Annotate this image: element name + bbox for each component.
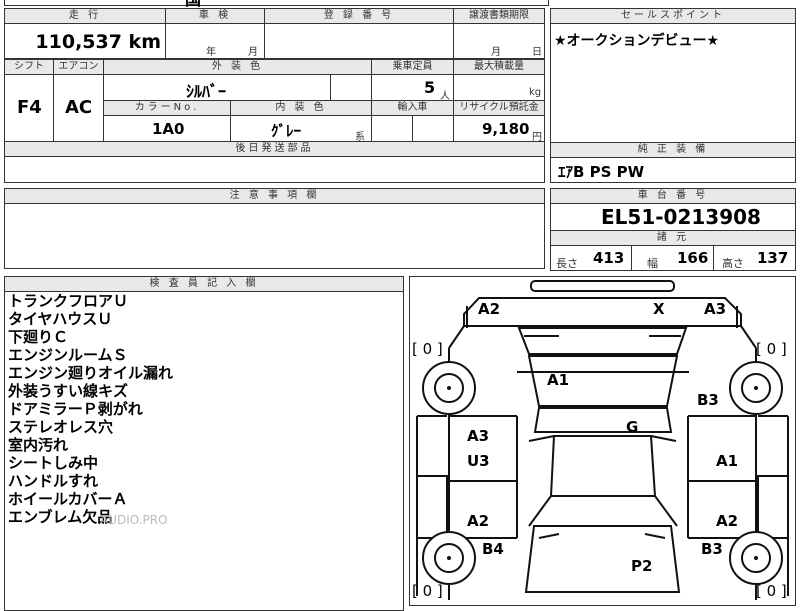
color-no-header: カラーNo. (103, 100, 231, 116)
import-cell-left (371, 115, 413, 142)
shift-cell: F4 (4, 74, 54, 142)
chassis-header: 車 台 番 号 (550, 188, 796, 204)
genuine-equipment-cell: ｴｱB PS PW (550, 157, 796, 183)
specs-width-value: 166 (677, 249, 709, 267)
damage-label-left-front-fender: B4 (482, 540, 504, 558)
watermark: AUDIO.PRO (100, 513, 168, 527)
damage-label-right-rear-fender: B3 (697, 391, 719, 409)
inspector-line: ステレオレス穴 (8, 418, 114, 436)
specs-width-label: 幅 (647, 257, 658, 270)
exterior-color-cell: ｼﾙﾊﾞｰ (103, 74, 331, 101)
shift-header: シフト (4, 59, 54, 75)
inspector-line: シートしみ中 (8, 454, 99, 472)
max-load-cell: kg (453, 74, 545, 101)
inspector-line: エンジンルームＳ (8, 346, 128, 364)
damage-label-right-front-door: A2 (716, 512, 739, 530)
damage-label-hood: P2 (631, 557, 653, 575)
mileage-cell: 110,537 km (4, 23, 166, 59)
damage-label-roof: A1 (547, 371, 570, 389)
damage-label-rear-left: A2 (478, 300, 501, 318)
inspection-year-unit: 年 (206, 47, 216, 58)
import-cell-right (412, 115, 454, 142)
inspector-line: 下廻りＣ (8, 328, 69, 346)
exterior-color-header: 外 装 色 (103, 59, 372, 75)
specs-header: 諸 元 (550, 230, 796, 246)
inspector-line: トランクフロアＵ (8, 292, 129, 310)
inspector-notes-list: トランクフロアＵ タイヤハウスＵ 下廻りＣ エンジンルームＳ エンジン廻りオイル… (8, 292, 173, 526)
damage-label-rear-right: A3 (704, 300, 727, 318)
transfer-header: 譲渡書類期限 (453, 8, 545, 24)
exterior-color-extra-cell (330, 74, 372, 101)
capacity-header: 乗車定員 (371, 59, 454, 75)
transfer-day-unit: 日 (532, 47, 542, 58)
sales-point-header: セールスポイント (550, 8, 796, 24)
capacity-value: 5 (424, 78, 436, 97)
interior-header: 内 装 色 (230, 100, 372, 116)
tire-tl-label: [ 0 ] (412, 340, 443, 358)
tire-tr-label: [ 0 ] (756, 340, 787, 358)
later-parts-header: 後日発送部品 (4, 141, 545, 157)
specs-height-value: 137 (757, 249, 789, 267)
inspection-header: 車 検 (165, 8, 265, 24)
later-parts-cell (4, 156, 545, 183)
inspection-month-unit: 月 (248, 47, 258, 58)
inspector-line: 室内汚れ (8, 436, 69, 454)
color-no-cell: 1A0 (103, 115, 231, 142)
interior-cell: ｸﾞﾚｰ 系 (230, 115, 372, 143)
damage-label-left-rear-door-top: A3 (467, 427, 490, 445)
notes-cell (4, 203, 545, 269)
inspector-line: ドアミラーＰ剥がれ (8, 400, 143, 418)
mileage-header: 走 行 (4, 8, 166, 24)
inspector-line: エンジン廻りオイル漏れ (8, 364, 174, 382)
registration-header: 登 録 番 号 (264, 8, 454, 24)
transfer-cell: 月 日 (453, 23, 545, 59)
interior-value: ｸﾞﾚｰ (271, 122, 302, 140)
specs-width-cell: 幅 166 (631, 245, 714, 271)
ac-value: AC (65, 97, 93, 118)
specs-length-cell: 長さ 413 (550, 245, 632, 271)
exterior-color-value: ｼﾙﾊﾞｰ (186, 82, 227, 101)
genuine-equipment-value: ｴｱB PS PW (558, 163, 645, 181)
inspector-line: ハンドルすれ (8, 472, 99, 490)
transfer-month-unit: 月 (491, 47, 501, 58)
damage-label-left-front-door: A2 (467, 512, 490, 530)
top-strip (4, 0, 549, 6)
specs-length-value: 413 (593, 249, 625, 267)
inspector-line: ホイールカバーＡ (8, 490, 128, 508)
sales-point-cell: ★オークションデビュー★ (550, 23, 796, 143)
sales-point-text: ★オークションデビュー★ (554, 33, 720, 49)
specs-height-label: 高さ (722, 257, 744, 270)
recycle-cell: 9,180 円 (453, 115, 545, 143)
chassis-value: EL51-0213908 (601, 205, 761, 229)
recycle-value: 9,180 (482, 120, 530, 138)
registration-cell (264, 23, 454, 59)
damage-label-right-rear-door: A1 (716, 452, 739, 470)
chassis-cell: EL51-0213908 (550, 203, 796, 231)
max-load-unit: kg (529, 87, 542, 98)
import-header: 輸入車 (371, 100, 454, 116)
specs-length-label: 長さ (556, 257, 578, 270)
damage-label-right-front-fender: B3 (701, 540, 723, 558)
inspector-header: 検 査 員 記 入 欄 (4, 276, 404, 292)
genuine-equipment-header: 純 正 装 備 (550, 142, 796, 158)
ac-header: エアコン (53, 59, 104, 75)
notes-header: 注 意 事 項 欄 (4, 188, 545, 204)
tire-br-label: [ 0 ] (756, 582, 787, 600)
color-no-value: 1A0 (152, 120, 185, 138)
capacity-cell: 5 人 (371, 74, 454, 102)
damage-label-left-rear-door-bottom: U3 (467, 452, 490, 470)
shift-value: F4 (17, 97, 42, 118)
mileage-value: 110,537 km (35, 31, 161, 53)
inspector-line: 外装うすい線キズ (8, 382, 129, 400)
recycle-header: リサイクル預託金 (453, 100, 545, 116)
tire-bl-label: [ 0 ] (412, 582, 443, 600)
ac-cell: AC (53, 74, 104, 142)
damage-label-center: G (626, 418, 639, 436)
specs-height-cell: 高さ 137 (713, 245, 796, 271)
damage-label-rear-x: X (653, 300, 665, 318)
inspector-line: タイヤハウスＵ (8, 310, 113, 328)
max-load-header: 最大積載量 (453, 59, 545, 75)
inspection-cell: 年 月 (165, 23, 265, 59)
